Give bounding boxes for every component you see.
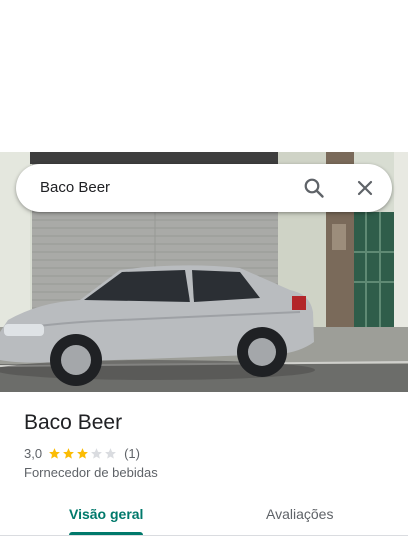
rating-row[interactable]: 3,0 (1) bbox=[24, 444, 140, 462]
star-icon bbox=[77, 447, 88, 459]
search-box[interactable]: Baco Beer bbox=[16, 164, 392, 212]
rating-value: 3,0 bbox=[24, 445, 43, 461]
search-input[interactable]: Baco Beer bbox=[40, 178, 110, 198]
search-icon[interactable] bbox=[302, 176, 326, 200]
review-count[interactable]: (1) bbox=[124, 446, 140, 461]
star-icon bbox=[49, 447, 60, 459]
star-icon bbox=[63, 447, 74, 459]
star-icon bbox=[91, 447, 102, 459]
blank-map-area bbox=[0, 0, 408, 152]
place-title: Baco Beer bbox=[24, 411, 123, 434]
tab-overview[interactable]: Visão geral bbox=[69, 505, 143, 523]
close-icon[interactable] bbox=[353, 176, 377, 200]
tab-reviews[interactable]: Avaliações bbox=[266, 505, 333, 523]
star-icon bbox=[105, 447, 116, 459]
rating-stars bbox=[48, 447, 118, 460]
tabs-divider bbox=[0, 535, 408, 536]
place-category[interactable]: Fornecedor de bebidas bbox=[24, 465, 158, 481]
